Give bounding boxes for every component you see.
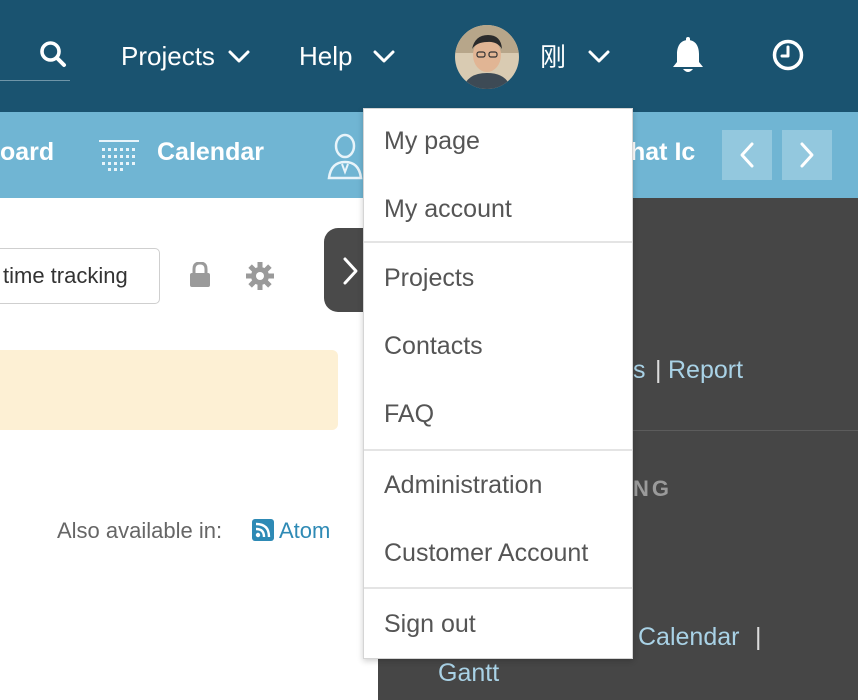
time-tracking-label: time tracking	[3, 263, 128, 288]
menu-item-label: My account	[384, 194, 512, 223]
search-input-underline[interactable]	[0, 80, 70, 81]
chevron-down-icon[interactable]	[587, 44, 611, 68]
chevron-down-icon	[228, 50, 250, 63]
chevron-right-icon	[800, 142, 814, 168]
sidebar-separator: |	[755, 623, 762, 651]
person-icon	[327, 133, 363, 180]
subnav-item-calendar[interactable]: Calendar	[157, 138, 264, 167]
sidebar-separator: |	[655, 356, 662, 384]
sidebar-heading: NG	[633, 476, 672, 501]
menu-divider	[364, 587, 632, 589]
menu-item-sign-out[interactable]: Sign out	[364, 604, 632, 644]
time-tracking-button[interactable]: time tracking	[0, 248, 160, 304]
chevron-down-icon	[373, 50, 395, 63]
subnav-item-chat[interactable]: hat Ic	[630, 138, 695, 167]
menu-item-label: FAQ	[384, 399, 435, 428]
menu-item-label: Sign out	[384, 609, 476, 638]
help-menu-label: Help	[299, 40, 353, 71]
sidebar-link-gantt[interactable]: Gantt	[438, 659, 499, 688]
gear-icon[interactable]	[246, 262, 274, 290]
user-dropdown-menu: My page My account Projects Contacts FAQ…	[363, 108, 633, 659]
avatar[interactable]	[455, 25, 519, 89]
projects-menu-label: Projects	[121, 40, 215, 71]
menu-divider	[364, 449, 632, 451]
sidebar-link-report[interactable]: Report	[668, 356, 743, 385]
atom-link[interactable]: Atom	[279, 518, 330, 544]
clock-icon[interactable]	[771, 38, 805, 72]
menu-divider	[364, 241, 632, 243]
bell-icon[interactable]	[670, 37, 706, 75]
scroll-left-button[interactable]	[722, 130, 772, 180]
menu-item-label: Administration	[384, 470, 543, 499]
also-available-label: Also available in:	[57, 518, 223, 543]
chevron-left-icon	[740, 142, 754, 168]
menu-item-my-page[interactable]: My page	[364, 121, 632, 161]
menu-item-contacts[interactable]: Contacts	[364, 326, 632, 366]
menu-item-label: Projects	[384, 263, 475, 292]
rss-feed-icon[interactable]	[252, 519, 274, 541]
subnav-item-dashboard[interactable]: oard	[0, 138, 54, 167]
menu-item-label: Customer Account	[384, 538, 589, 567]
notice-banner	[0, 350, 338, 430]
menu-item-label: My page	[384, 126, 480, 155]
search-icon[interactable]	[39, 40, 67, 68]
projects-menu[interactable]: Projects	[121, 38, 251, 74]
lock-icon[interactable]	[188, 262, 212, 288]
scroll-right-button[interactable]	[782, 130, 832, 180]
sidebar-link-partial[interactable]: s	[633, 356, 646, 385]
menu-item-projects[interactable]: Projects	[364, 258, 632, 298]
user-name[interactable]: 刚	[540, 37, 566, 74]
menu-item-label: Contacts	[384, 331, 483, 360]
menu-item-faq[interactable]: FAQ	[364, 394, 632, 434]
menu-item-my-account[interactable]: My account	[364, 189, 632, 229]
calendar-icon	[99, 140, 139, 171]
chevron-right-icon	[343, 257, 358, 285]
sidebar-link-calendar[interactable]: Calendar	[638, 623, 739, 652]
menu-item-administration[interactable]: Administration	[364, 465, 632, 505]
menu-item-customer-account[interactable]: Customer Account	[364, 533, 632, 573]
help-menu[interactable]: Help	[299, 38, 396, 74]
